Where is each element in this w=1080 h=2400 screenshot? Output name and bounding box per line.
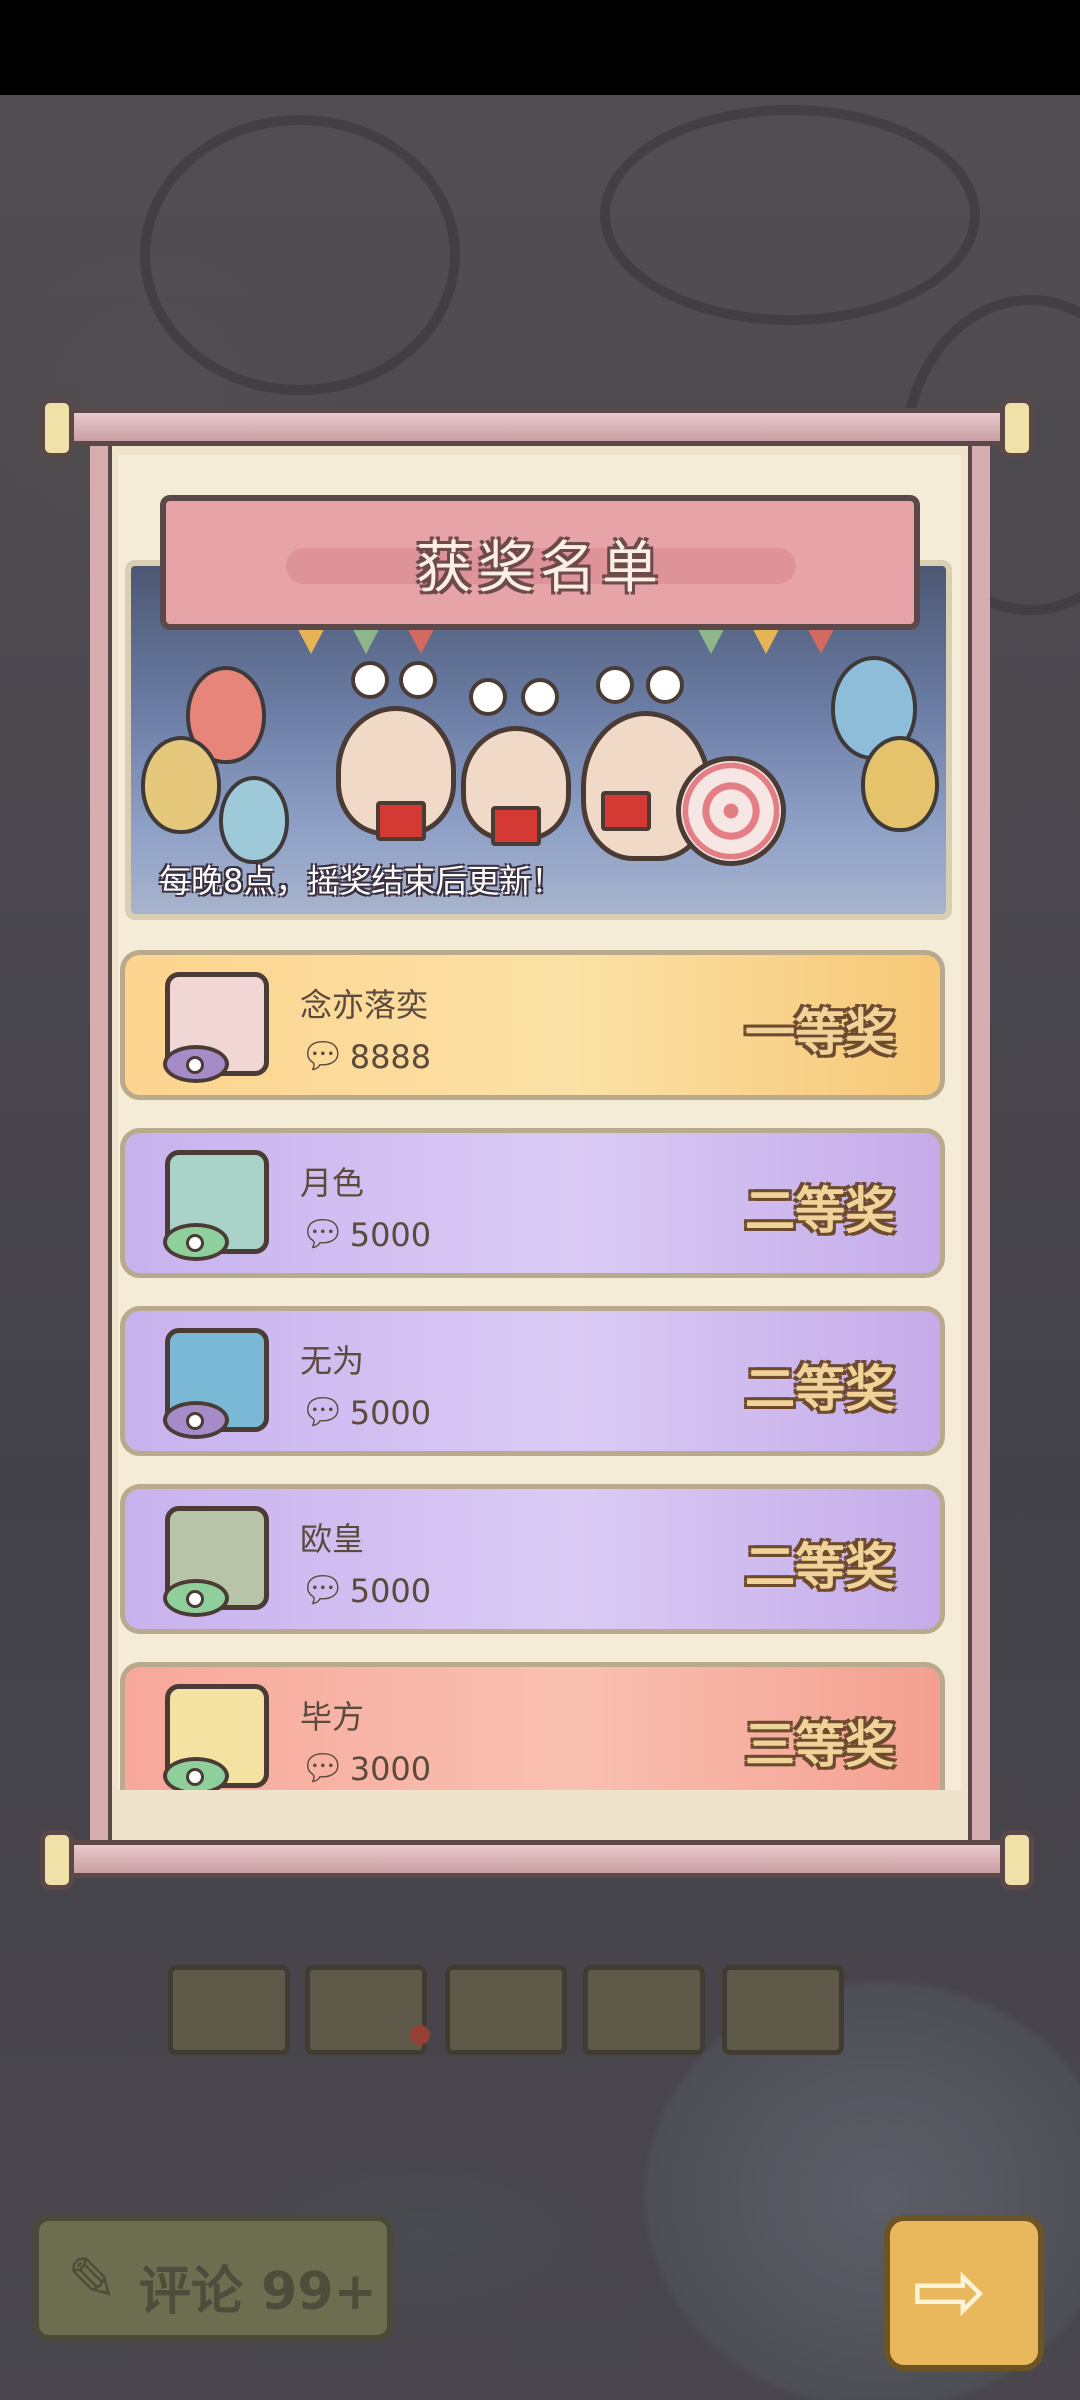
list-item[interactable]: 念亦落奕 💬︎ 8888 一等奖 — [120, 950, 945, 1100]
winners-list[interactable]: 念亦落奕 💬︎ 8888 一等奖 月色 💬︎ 5000 二等奖 无为 💬︎ 5000 … — [118, 945, 961, 1790]
prize-label: 二等奖 — [745, 1538, 895, 1596]
vote-count: 💬︎ 8888 — [300, 1036, 432, 1077]
comment-button[interactable]: ✎ 评论 99+ — [33, 2215, 393, 2341]
vote-count: 💬︎ 5000 — [300, 1214, 432, 1255]
speech-bubble-icon: 💬︎ — [300, 1214, 346, 1255]
vote-count: 💬︎ 5000 — [300, 1392, 432, 1433]
winner-name: 无为 — [300, 1342, 365, 1380]
list-item[interactable]: 无为 💬︎ 5000 二等奖 — [120, 1306, 945, 1456]
prize-label: 二等奖 — [745, 1182, 895, 1240]
quill-icon: ✎ — [67, 2245, 118, 2315]
prize-label: 三等奖 — [745, 1716, 895, 1774]
status-bar — [0, 0, 1080, 95]
next-button[interactable]: ⇨ — [884, 2215, 1044, 2371]
winner-name: 念亦落奕 — [300, 986, 429, 1024]
eye-badge-icon — [163, 1401, 229, 1439]
eye-badge-icon — [163, 1757, 229, 1790]
eye-badge-icon — [163, 1579, 229, 1617]
winner-name: 月色 — [300, 1164, 365, 1202]
speech-bubble-icon: 💬︎ — [300, 1748, 346, 1789]
winner-name: 毕方 — [300, 1698, 365, 1736]
arrow-right-icon: ⇨ — [912, 2239, 988, 2344]
dialog-title: 获奖名单 — [416, 536, 664, 601]
speech-bubble-icon: 💬︎ — [300, 1036, 346, 1077]
title-plate: 获奖名单 — [160, 495, 920, 630]
list-item[interactable]: 欧皇 💬︎ 5000 二等奖 — [120, 1484, 945, 1634]
prize-label: 二等奖 — [745, 1360, 895, 1418]
scroll-rod-bottom — [60, 1840, 1020, 1878]
list-item[interactable]: 月色 💬︎ 5000 二等奖 — [120, 1128, 945, 1278]
speech-bubble-icon: 💬︎ — [300, 1392, 346, 1433]
vote-count: 💬︎ 3000 — [300, 1748, 432, 1789]
comment-label: 评论 99+ — [139, 2262, 378, 2322]
eye-badge-icon — [163, 1045, 229, 1083]
prize-label: 一等奖 — [745, 1004, 895, 1062]
update-note: 每晚8点，摇奖结束后更新！ — [159, 862, 564, 900]
speech-bubble-icon: 💬︎ — [300, 1570, 346, 1611]
eye-badge-icon — [163, 1223, 229, 1261]
winner-name: 欧皇 — [300, 1520, 365, 1558]
list-item[interactable]: 毕方 💬︎ 3000 三等奖 — [120, 1662, 945, 1790]
vote-count: 💬︎ 5000 — [300, 1570, 432, 1611]
scroll-rod-top — [60, 408, 1020, 446]
